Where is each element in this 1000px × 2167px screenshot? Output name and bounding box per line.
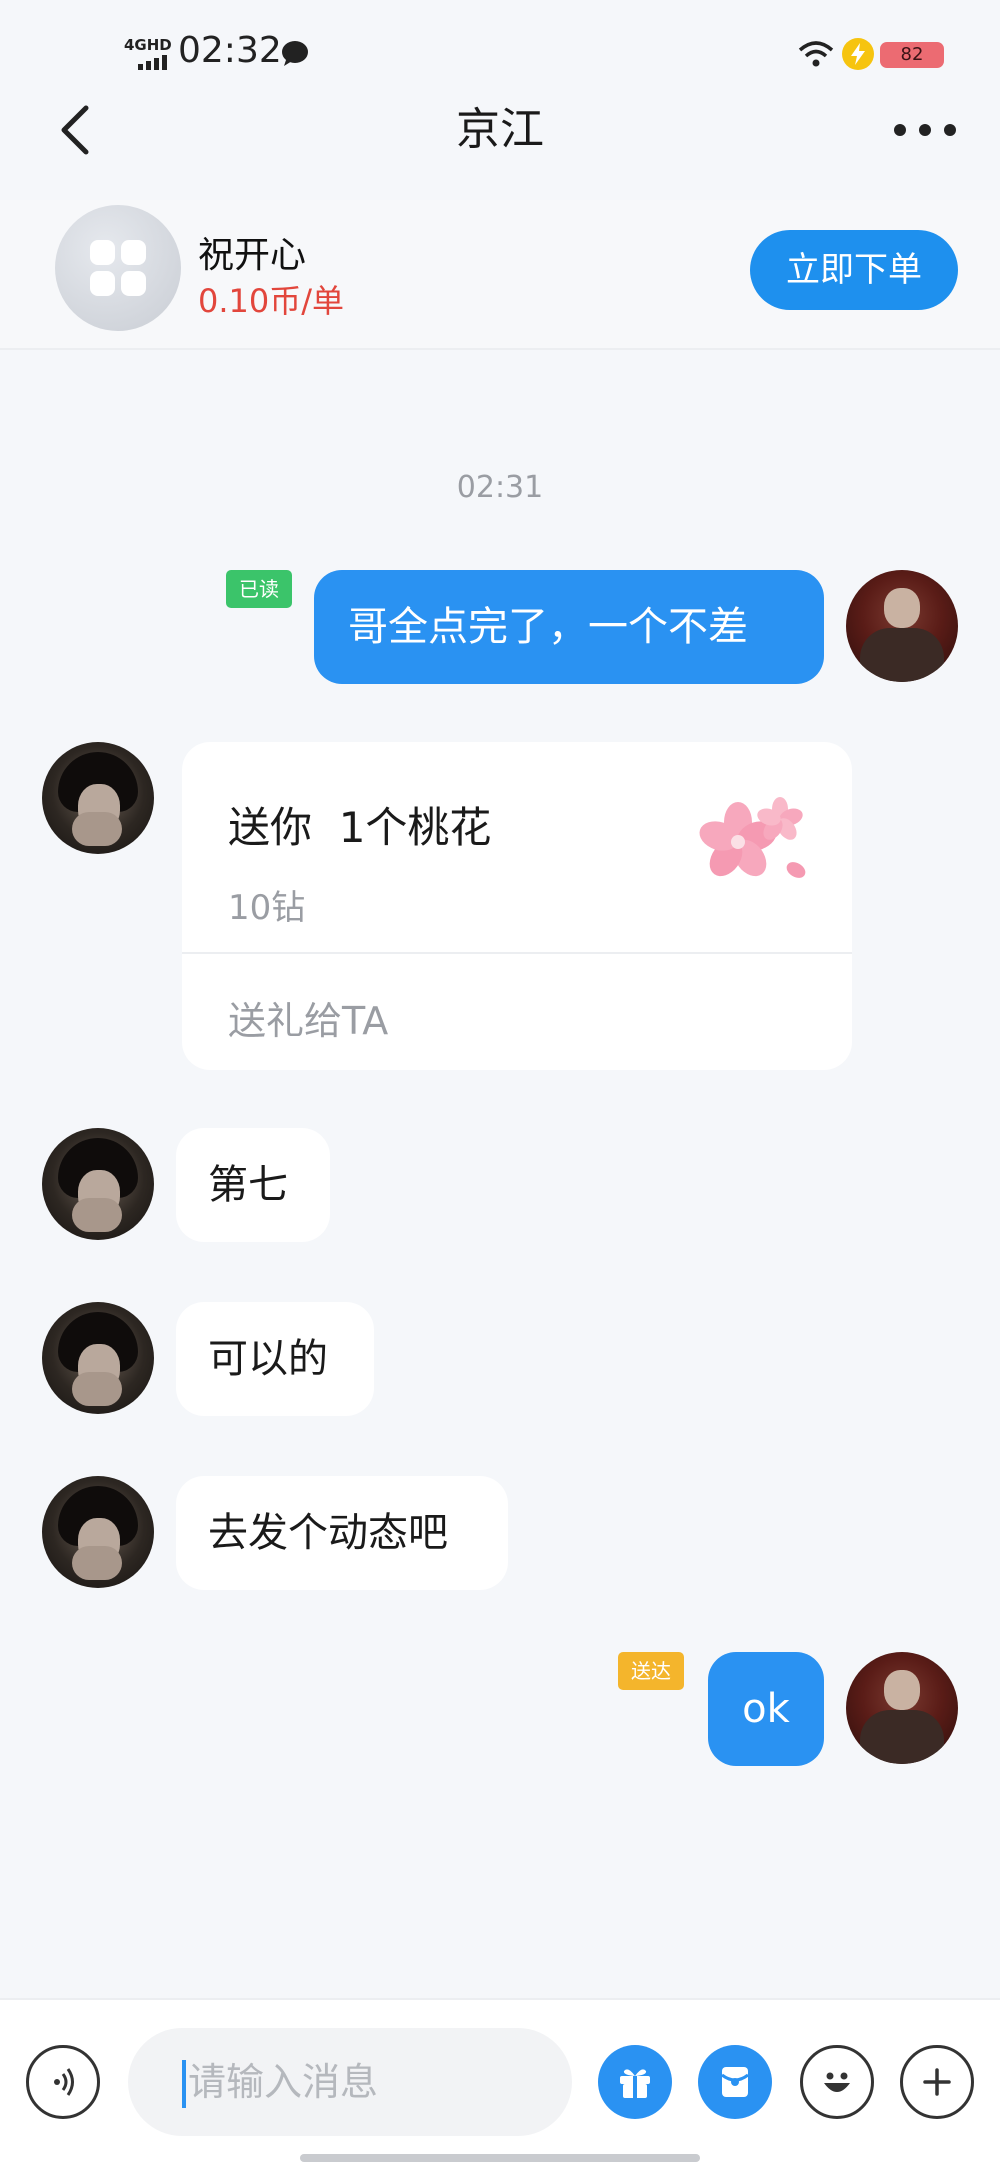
order-now-button[interactable]: 立即下单 [750,230,958,310]
power-saving-icon [842,38,874,70]
plus-icon [923,2068,951,2096]
message-bubble-received[interactable]: 去发个动态吧 [176,1476,508,1590]
red-packet-button[interactable] [698,2045,772,2119]
voice-icon [54,2068,74,2096]
gift-title: 送你 1个桃花 [228,803,492,852]
gift-button[interactable] [598,2045,672,2119]
message-text: ok [742,1686,790,1732]
back-arrow-icon[interactable] [50,100,110,160]
message-bubble-sent[interactable]: ok [708,1652,824,1766]
my-avatar[interactable] [846,1652,958,1764]
more-actions-button[interactable] [900,2045,974,2119]
wifi-icon [798,41,834,67]
peach-blossom-icon [699,797,806,878]
message-text: 去发个动态吧 [208,1510,448,1556]
more-options-button[interactable] [890,110,960,150]
message-notification-icon [282,41,308,66]
smiley-icon [824,2072,850,2092]
send-gift-link[interactable]: 送礼给TA [228,990,388,1045]
message-input[interactable] [128,2028,572,2136]
voice-input-button[interactable] [26,2045,100,2119]
service-price: 0.10币/单 [198,282,345,320]
service-name: 祝开心 [198,235,307,276]
home-indicator [300,2154,700,2162]
message-text: 第七 [208,1162,288,1208]
gift-cost: 10钻 [228,888,306,928]
message-text: 可以的 [208,1336,328,1382]
message-bubble-received[interactable]: 第七 [176,1128,330,1242]
delivered-status-badge: 送达 [618,1652,684,1690]
status-time: 02:32 [178,30,282,71]
apps-grid-icon [90,240,146,296]
battery-indicator: 82 [880,42,944,68]
contact-avatar[interactable] [42,1128,154,1240]
network-type: 4GHD [124,36,172,54]
my-avatar[interactable] [846,570,958,682]
more-dot-icon [919,124,931,136]
chat-title: 京江 [456,104,544,155]
emoji-button[interactable] [800,2045,874,2119]
contact-avatar[interactable] [42,742,154,854]
more-dot-icon [894,124,906,136]
contact-avatar[interactable] [42,1302,154,1414]
more-dot-icon [944,124,956,136]
gift-card-divider [182,952,852,954]
message-bubble-sent[interactable]: 哥全点完了，一个不差 [314,570,824,684]
read-status-badge: 已读 [226,570,292,608]
message-timestamp: 02:31 [456,470,544,505]
red-packet-icon [721,2067,749,2097]
message-bubble-received[interactable]: 可以的 [176,1302,374,1416]
signal-icon [138,52,172,70]
text-cursor [182,2060,186,2108]
message-text: 哥全点完了，一个不差 [348,604,748,650]
contact-avatar[interactable] [42,1476,154,1588]
gift-icon [620,2069,650,2098]
service-icon [55,205,181,331]
